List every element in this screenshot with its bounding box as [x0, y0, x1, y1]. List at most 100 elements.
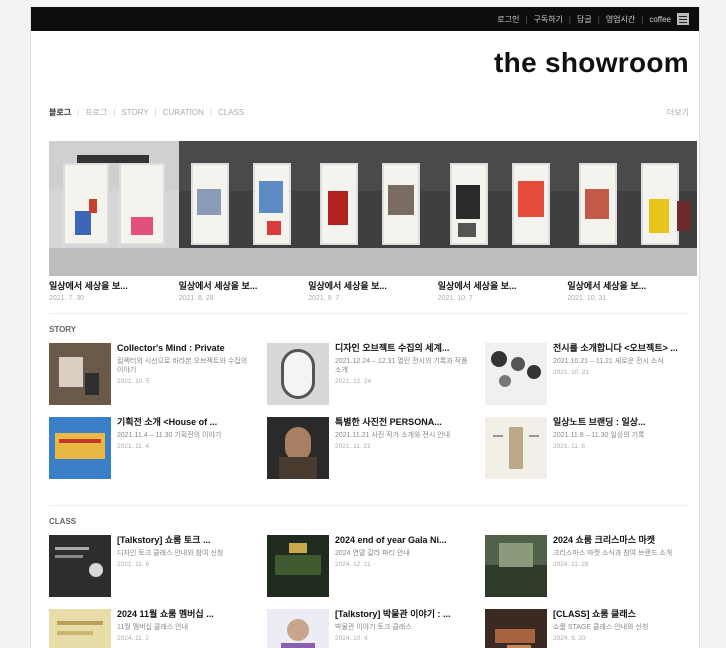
- slide-date: 2021. 9. 7: [308, 295, 340, 302]
- thumbnail[interactable]: [485, 343, 547, 405]
- item-title[interactable]: 기획전 소개 <House of ...: [117, 417, 253, 428]
- topbar-link-hours[interactable]: 영업시간: [606, 14, 635, 25]
- item-snippet: 쇼룸 STAGE 클래스 안내와 신청: [553, 624, 649, 631]
- divider: |: [154, 108, 157, 117]
- item-date: 2021. 12. 24: [335, 378, 372, 385]
- slide-title[interactable]: 일상에서 세상을 보...: [179, 279, 301, 292]
- divider: |: [641, 14, 644, 24]
- slide-date: 2021. 10. 7: [437, 295, 473, 302]
- item-title[interactable]: 디자인 오브젝트 수집의 세계...: [335, 343, 471, 354]
- list-item[interactable]: 전시를 소개합니다 <오브젝트> ... 2021.10.21 – 11.21 …: [485, 343, 689, 405]
- list-item[interactable]: 디자인 오브젝트 수집의 세계... 2021.12.24 – 12.31 열린…: [267, 343, 471, 405]
- item-snippet: 디자인 토크 클래스 안내와 참여 신청: [117, 550, 224, 557]
- item-title[interactable]: 2024 쇼룸 크리스마스 마켓: [553, 535, 689, 546]
- item-date: 2024. 11. 28: [553, 561, 589, 568]
- item-snippet: 2021.10.21 – 11.21 새로운 전시 소식: [553, 358, 664, 365]
- nav-item-blog[interactable]: 블로그: [49, 107, 71, 118]
- item-date: 2021. 11. 8: [553, 443, 586, 450]
- slide-image[interactable]: [567, 141, 697, 276]
- divider: [49, 505, 689, 506]
- slide-title[interactable]: 일상에서 세상을 보...: [308, 279, 430, 292]
- thumbnail[interactable]: [485, 535, 547, 597]
- list-item[interactable]: [CLASS] 쇼룸 클래스 쇼룸 STAGE 클래스 안내와 신청 2024.…: [485, 609, 689, 648]
- thumbnail[interactable]: [267, 609, 329, 648]
- item-date: 2024. 12. 11: [335, 561, 371, 568]
- divider: |: [568, 14, 571, 24]
- page: 로그인 | 구독하기 | 답글 | 영업시간 | coffee the show…: [30, 7, 700, 648]
- item-snippet: 2021.11.4 – 11.30 기획전의 이야기: [117, 432, 222, 439]
- slide-date: 2021. 10. 31: [567, 295, 607, 302]
- item-title[interactable]: [Talkstory] 박물관 이야기 : ...: [335, 609, 471, 620]
- item-title[interactable]: Collector's Mind : Private: [117, 343, 253, 354]
- slide-title[interactable]: 일상에서 세상을 보...: [438, 279, 560, 292]
- slide-image[interactable]: [178, 141, 309, 276]
- list-item[interactable]: [Talkstory] 박물관 이야기 : ... 박물관 이야기 토크 클래스…: [267, 609, 471, 648]
- list-item[interactable]: 일상노트 브랜딩 : 일상... 2021.11.8 – 11.30 일상의 기…: [485, 417, 689, 479]
- slide-captions: 일상에서 세상을 보... 2021. 7. 30 일상에서 세상을 보... …: [49, 279, 697, 302]
- item-title[interactable]: 2024 end of year Gala Ni...: [335, 535, 471, 546]
- thumbnail[interactable]: [49, 535, 111, 597]
- item-date: 2021. 11. 9: [117, 561, 150, 568]
- divider: |: [77, 108, 80, 117]
- list-item[interactable]: 2024 11월 쇼룸 멤버십 ... 11월 멤버십 클래스 안내 2024.…: [49, 609, 253, 648]
- topbar-link-subscribe[interactable]: 구독하기: [533, 14, 562, 25]
- nav-item-program[interactable]: 프로그: [85, 107, 107, 118]
- slide-caption[interactable]: 일상에서 세상을 보... 2021. 9. 7: [308, 279, 438, 302]
- slide-title[interactable]: 일상에서 세상을 보...: [567, 279, 689, 292]
- item-title[interactable]: 일상노트 브랜딩 : 일상...: [553, 417, 689, 428]
- list-item[interactable]: [Talkstory] 쇼룸 토크 ... 디자인 토크 클래스 안내와 참여 …: [49, 535, 253, 597]
- item-snippet: 크리스마스 마켓 소식과 참여 브랜드 소개: [553, 550, 673, 557]
- slide-caption[interactable]: 일상에서 세상을 보... 2021. 8. 28: [179, 279, 309, 302]
- slide-image[interactable]: [437, 141, 568, 276]
- slide-image[interactable]: [49, 141, 179, 276]
- section-heading-class: CLASS: [49, 517, 77, 526]
- thumbnail[interactable]: [485, 417, 547, 479]
- item-date: 2024. 11. 2: [117, 635, 150, 642]
- slide-image[interactable]: [308, 141, 438, 276]
- list-item[interactable]: 2024 end of year Gala Ni... 2024 연말 갈라 파…: [267, 535, 471, 597]
- slide-title[interactable]: 일상에서 세상을 보...: [49, 279, 171, 292]
- list-item[interactable]: 2024 쇼룸 크리스마스 마켓 크리스마스 마켓 소식과 참여 브랜드 소개 …: [485, 535, 689, 597]
- featured-slider: [49, 141, 697, 276]
- slide-caption[interactable]: 일상에서 세상을 보... 2021. 10. 31: [567, 279, 697, 302]
- nav-item-story[interactable]: STORY: [121, 108, 148, 117]
- thumbnail[interactable]: [267, 535, 329, 597]
- item-snippet: 컬렉터의 시선으로 바라본 오브젝트와 수집의 이야기: [117, 358, 248, 374]
- item-title[interactable]: 전시를 소개합니다 <오브젝트> ...: [553, 343, 689, 354]
- menu-icon[interactable]: [677, 13, 689, 25]
- item-date: 2021. 10. 5: [117, 378, 150, 385]
- thumbnail[interactable]: [49, 609, 111, 648]
- item-snippet: 박물관 이야기 토크 클래스: [335, 624, 412, 631]
- item-snippet: 2021.11.21 사진 작가 소개와 전시 안내: [335, 432, 451, 439]
- site-title[interactable]: the showroom: [494, 47, 689, 79]
- list-item[interactable]: 기획전 소개 <House of ... 2021.11.4 – 11.30 기…: [49, 417, 253, 479]
- category-nav: 블로그 | 프로그 | STORY | CURATION | CLASS: [49, 107, 244, 118]
- item-title[interactable]: [Talkstory] 쇼룸 토크 ...: [117, 535, 253, 546]
- thumbnail[interactable]: [49, 343, 111, 405]
- divider: |: [525, 14, 528, 24]
- item-snippet: 11월 멤버십 클래스 안내: [117, 624, 189, 631]
- list-item[interactable]: Collector's Mind : Private 컬렉터의 시선으로 바라본…: [49, 343, 253, 405]
- topbar-link-coffee[interactable]: coffee: [649, 15, 671, 24]
- nav-item-class[interactable]: CLASS: [218, 108, 244, 117]
- list-item[interactable]: 특별한 사진전 PERSONA... 2021.11.21 사진 작가 소개와 …: [267, 417, 471, 479]
- topbar-link-login[interactable]: 로그인: [497, 14, 519, 25]
- slide-caption[interactable]: 일상에서 세상을 보... 2021. 7. 30: [49, 279, 179, 302]
- item-title[interactable]: 특별한 사진전 PERSONA...: [335, 417, 471, 428]
- item-date: 2021. 10. 21: [553, 369, 590, 376]
- nav-item-curation[interactable]: CURATION: [163, 108, 204, 117]
- topbar-link-comments[interactable]: 답글: [577, 14, 592, 25]
- divider: [49, 313, 689, 314]
- item-title[interactable]: 2024 11월 쇼룸 멤버십 ...: [117, 609, 253, 620]
- item-snippet: 2021.11.8 – 11.30 일상의 기록: [553, 432, 645, 439]
- thumbnail[interactable]: [267, 343, 329, 405]
- item-date: 2021. 11. 4: [117, 443, 150, 450]
- item-title[interactable]: [CLASS] 쇼룸 클래스: [553, 609, 689, 620]
- item-date: 2021. 11. 21: [335, 443, 371, 450]
- thumbnail[interactable]: [267, 417, 329, 479]
- slide-caption[interactable]: 일상에서 세상을 보... 2021. 10. 7: [438, 279, 568, 302]
- more-link[interactable]: 더보기: [667, 107, 689, 118]
- thumbnail[interactable]: [49, 417, 111, 479]
- slide-date: 2021. 8. 28: [178, 295, 214, 302]
- thumbnail[interactable]: [485, 609, 547, 648]
